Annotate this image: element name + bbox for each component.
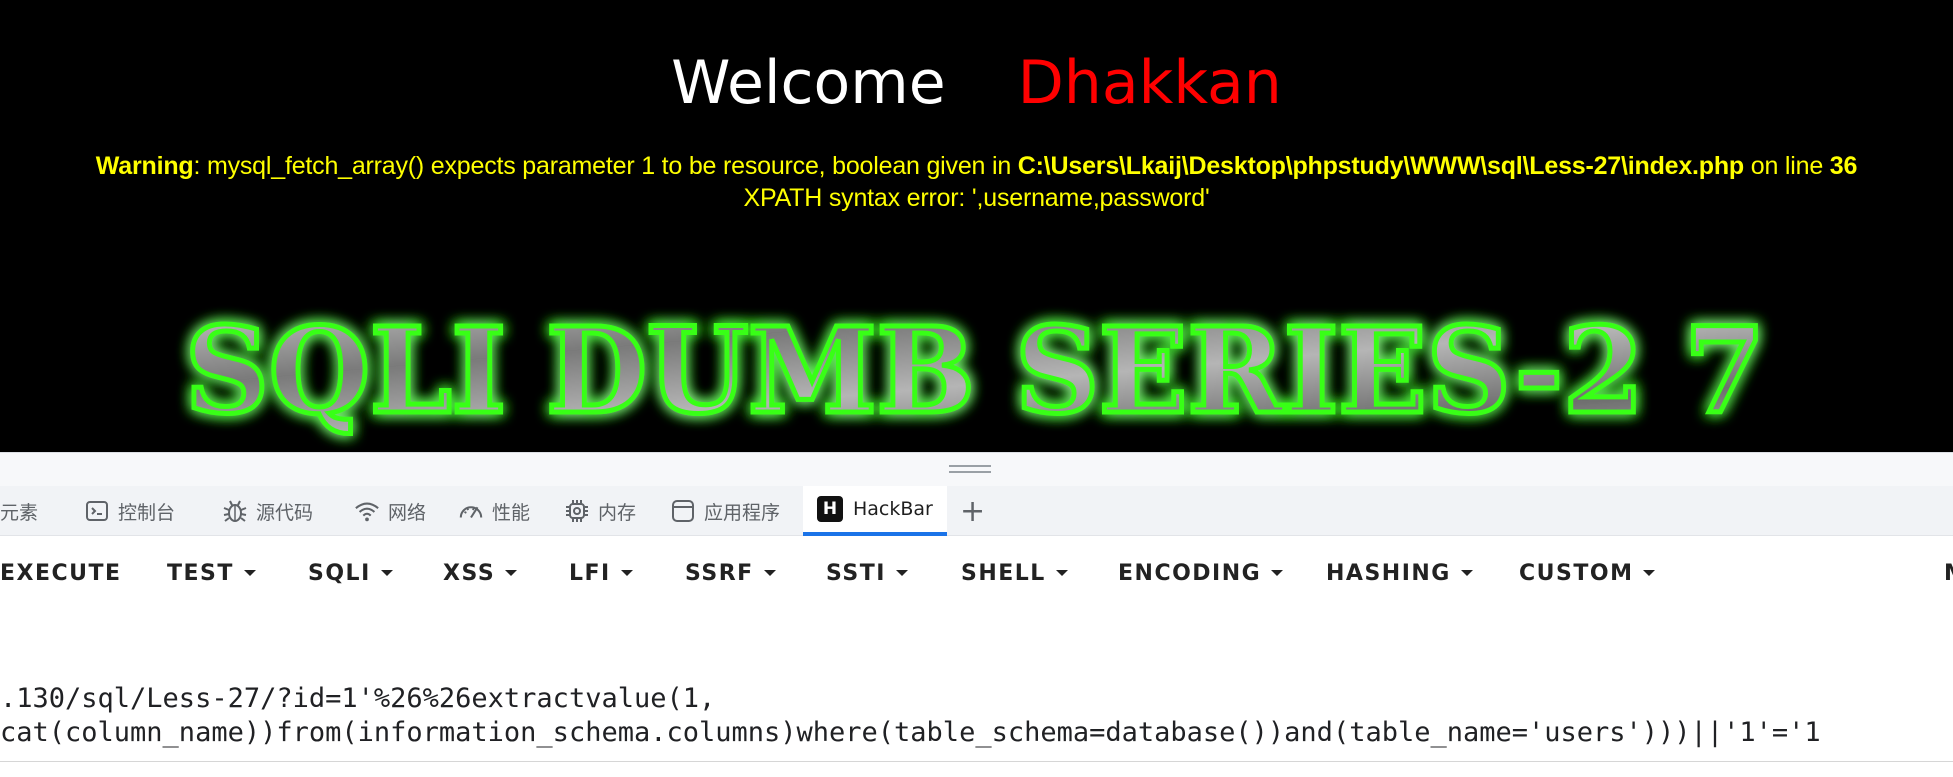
caret-down-icon <box>380 570 393 576</box>
tab-elements[interactable]: 元素 <box>0 486 38 536</box>
encoding-dropdown[interactable]: ENCODING <box>1118 536 1284 610</box>
devtools-tabbar: 元素 控制台 源代码 网络 性能 内存 应用程序 H HackBar + <box>0 486 1953 536</box>
button-label: XSS <box>443 560 496 586</box>
memory-chip-icon <box>564 498 590 524</box>
tab-application[interactable]: 应用程序 <box>670 486 780 536</box>
page-content: Welcome Dhakkan Warning: mysql_fetch_arra… <box>0 0 1953 452</box>
welcome-heading: Welcome Dhakkan <box>0 38 1953 128</box>
custom-dropdown[interactable]: CUSTOM <box>1519 536 1656 610</box>
console-icon <box>84 498 110 524</box>
button-label: M <box>1944 561 1953 586</box>
warning-line-number: 36 <box>1829 152 1858 180</box>
ssti-dropdown[interactable]: SSTI <box>826 536 908 610</box>
hashing-dropdown[interactable]: HASHING <box>1326 536 1473 610</box>
bug-icon <box>222 498 248 524</box>
caret-down-icon <box>243 570 256 576</box>
tab-label: 网络 <box>388 501 427 524</box>
tab-label: 源代码 <box>256 501 314 524</box>
button-label: CUSTOM <box>1519 560 1634 586</box>
button-label: SQLI <box>308 560 371 586</box>
hackbar-logo-icon: H <box>817 496 843 522</box>
url-textarea[interactable]: .130/sql/Less-27/?id=1'%26%26extractvalu… <box>0 682 1953 762</box>
button-label: LFI <box>569 560 611 586</box>
tab-label: HackBar <box>853 498 933 520</box>
button-label: SSTI <box>826 560 886 586</box>
devtools-panel: 元素 控制台 源代码 网络 性能 内存 应用程序 H HackBar + EXE… <box>0 452 1953 777</box>
add-tab-button[interactable]: + <box>960 486 985 536</box>
caret-down-icon <box>895 570 908 576</box>
warning-label: Warning <box>95 152 194 180</box>
tab-hackbar[interactable]: H HackBar <box>803 486 947 536</box>
devtools-resize-bar[interactable] <box>0 452 1953 486</box>
url-line-2: cat(column_name))from(information_schema… <box>0 717 1821 748</box>
welcome-name: Dhakkan <box>1017 48 1282 118</box>
tab-label: 性能 <box>492 501 531 524</box>
tab-console[interactable]: 控制台 <box>84 486 175 536</box>
plus-icon: + <box>960 493 986 529</box>
tab-network[interactable]: 网络 <box>354 486 426 536</box>
ssrf-dropdown[interactable]: SSRF <box>685 536 776 610</box>
drag-handle-icon[interactable] <box>949 465 991 473</box>
hackbar-toolbar: EXECUTE TEST SQLI XSS LFI SSRF SSTI SHEL… <box>0 536 1953 610</box>
sqli-banner-image: SQLI DUMB SERIES-2 7 <box>150 300 1800 450</box>
button-label: HASHING <box>1326 560 1451 586</box>
banner-text: SQLI DUMB SERIES-2 7 <box>185 301 1765 440</box>
caret-down-icon <box>763 570 776 576</box>
button-label: ENCODING <box>1118 560 1262 586</box>
warning-path: C:\Users\Lkaij\Desktop\phpstudy\WWW\sql\… <box>1017 152 1745 180</box>
tab-performance[interactable]: 性能 <box>458 486 530 536</box>
performance-icon <box>458 498 484 524</box>
button-label: TEST <box>167 560 234 586</box>
shell-dropdown[interactable]: SHELL <box>961 536 1068 610</box>
php-warning: Warning: mysql_fetch_array() expects par… <box>0 150 1953 214</box>
caret-down-icon <box>505 570 518 576</box>
welcome-word: Welcome <box>671 48 946 118</box>
caret-down-icon <box>1643 570 1656 576</box>
application-icon <box>670 498 696 524</box>
tab-label: 应用程序 <box>704 501 781 524</box>
caret-down-icon <box>1055 570 1068 576</box>
lfi-dropdown[interactable]: LFI <box>569 536 633 610</box>
tab-label: 控制台 <box>118 501 176 524</box>
xpath-error: XPATH syntax error: ',username,password' <box>743 184 1210 212</box>
more-button[interactable]: M <box>1944 536 1953 610</box>
execute-button[interactable]: EXECUTE <box>0 536 122 610</box>
xss-dropdown[interactable]: XSS <box>443 536 518 610</box>
tab-memory[interactable]: 内存 <box>564 486 636 536</box>
tab-sources[interactable]: 源代码 <box>222 486 313 536</box>
test-dropdown[interactable]: TEST <box>167 536 256 610</box>
tab-label: 内存 <box>598 501 637 524</box>
caret-down-icon <box>1271 570 1284 576</box>
button-label: SHELL <box>961 560 1046 586</box>
wifi-icon <box>354 498 380 524</box>
tab-label: 元素 <box>0 501 39 524</box>
button-label: SSRF <box>685 560 754 586</box>
caret-down-icon <box>620 570 633 576</box>
button-label: EXECUTE <box>0 560 122 586</box>
warning-online: on line <box>1744 152 1830 180</box>
warning-text: : mysql_fetch_array() expects parameter … <box>193 152 1018 180</box>
url-line-1: .130/sql/Less-27/?id=1'%26%26extractvalu… <box>0 683 716 714</box>
sqli-dropdown[interactable]: SQLI <box>308 536 393 610</box>
caret-down-icon <box>1460 570 1473 576</box>
warning-line: Warning: mysql_fetch_array() expects par… <box>0 150 1953 182</box>
